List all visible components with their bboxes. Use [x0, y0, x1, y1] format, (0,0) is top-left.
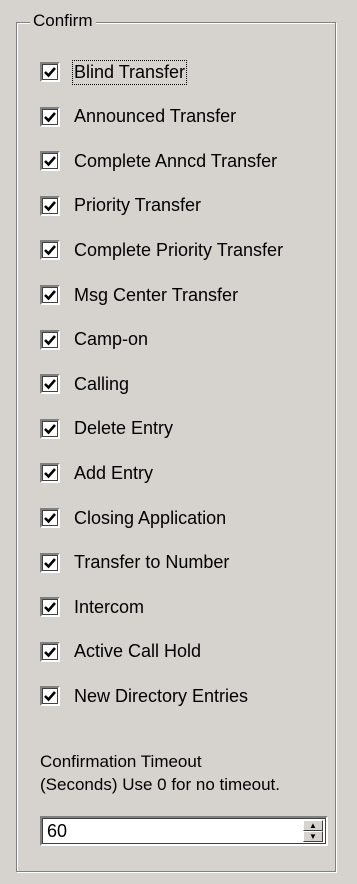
checkbox-row[interactable]: Intercom	[40, 595, 144, 619]
checkbox-label: Add Entry	[74, 462, 154, 483]
checkbox-label: Announced Transfer	[74, 106, 237, 127]
checkbox-label: New Directory Entries	[74, 685, 249, 706]
checkbox[interactable]	[40, 463, 60, 484]
checkmark-icon	[44, 67, 56, 78]
timeout-spinbox: ▲ ▼	[40, 816, 328, 846]
checkbox-row[interactable]: Camp-on	[40, 328, 148, 352]
checkmark-icon	[44, 513, 56, 524]
checkmark-icon	[44, 245, 56, 256]
checkmark-icon	[44, 423, 56, 435]
checkbox[interactable]	[40, 374, 60, 395]
checkmark-icon	[44, 111, 56, 123]
checkbox-row[interactable]: Complete Priority Transfer	[40, 238, 283, 262]
spin-buttons: ▲ ▼	[303, 820, 323, 842]
checkbox-row[interactable]: Announced Transfer	[40, 105, 236, 129]
checkbox-row[interactable]: Transfer to Number	[40, 551, 229, 575]
checkbox[interactable]	[40, 418, 60, 439]
checkbox[interactable]	[40, 597, 60, 618]
checkbox-label: Blind Transfer	[71, 59, 188, 85]
checkmark-icon	[44, 691, 56, 702]
checkbox[interactable]	[40, 151, 60, 172]
checkbox-label: Complete Anncd Transfer	[74, 150, 278, 171]
checkbox-row[interactable]: Priority Transfer	[40, 194, 201, 218]
checkbox-row[interactable]: Calling	[40, 372, 129, 396]
timeout-label-line1: Confirmation Timeout	[40, 752, 202, 771]
checkmark-icon	[44, 156, 56, 167]
spin-up-button[interactable]: ▲	[303, 820, 323, 831]
checkbox[interactable]	[40, 641, 60, 662]
spin-down-button[interactable]: ▼	[303, 831, 323, 842]
checkmark-icon	[44, 468, 56, 479]
checkmark-icon	[44, 200, 56, 212]
spin-down-arrow-icon: ▼	[309, 831, 317, 841]
checkbox[interactable]	[40, 508, 60, 528]
checkbox[interactable]	[40, 686, 60, 707]
checkbox-row[interactable]: Delete Entry	[40, 417, 173, 441]
checkbox-row[interactable]: Active Call Hold	[40, 640, 201, 664]
checkmark-icon	[44, 602, 56, 613]
checkbox[interactable]	[40, 106, 60, 127]
timeout-input[interactable]	[45, 820, 299, 842]
spin-up-arrow-icon: ▲	[309, 820, 317, 830]
checkbox-label: Transfer to Number	[74, 552, 230, 573]
checkbox[interactable]	[40, 240, 60, 261]
checkbox-label: Closing Application	[74, 507, 227, 528]
checkbox-row[interactable]: Blind Transfer	[40, 59, 188, 85]
checkbox[interactable]	[40, 62, 60, 82]
checkbox[interactable]	[40, 195, 60, 216]
checkbox-row[interactable]: Closing Application	[40, 506, 226, 530]
checkbox-label: Priority Transfer	[74, 195, 202, 216]
checkbox-label: Msg Center Transfer	[74, 284, 239, 305]
checkbox-label: Active Call Hold	[74, 641, 202, 662]
checkbox[interactable]	[40, 552, 60, 573]
checkmark-icon	[44, 334, 56, 346]
checkbox-row[interactable]: Msg Center Transfer	[40, 283, 238, 307]
checkbox-label: Calling	[74, 373, 130, 394]
checkbox-row[interactable]: Complete Anncd Transfer	[40, 149, 277, 173]
checkmark-icon	[44, 379, 56, 390]
checkbox-label: Delete Entry	[74, 418, 174, 439]
checkbox-label: Intercom	[74, 596, 145, 617]
checkbox-label: Camp-on	[74, 329, 149, 350]
checkbox-row[interactable]: Add Entry	[40, 461, 153, 485]
group-title: Confirm	[30, 10, 96, 32]
checkbox-label: Complete Priority Transfer	[74, 239, 284, 260]
confirm-settings-panel: Confirm Blind Transfer Announced Transfer…	[0, 0, 357, 884]
timeout-label-line2: (Seconds) Use 0 for no timeout.	[40, 775, 281, 794]
timeout-label: Confirmation Timeout (Seconds) Use 0 for…	[40, 750, 340, 796]
checkbox[interactable]	[40, 285, 60, 305]
checkmark-icon	[44, 646, 56, 658]
checkmark-icon	[44, 290, 56, 301]
checkmark-icon	[44, 557, 56, 569]
checkbox[interactable]	[40, 329, 60, 350]
checkbox-row[interactable]: New Directory Entries	[40, 684, 248, 708]
